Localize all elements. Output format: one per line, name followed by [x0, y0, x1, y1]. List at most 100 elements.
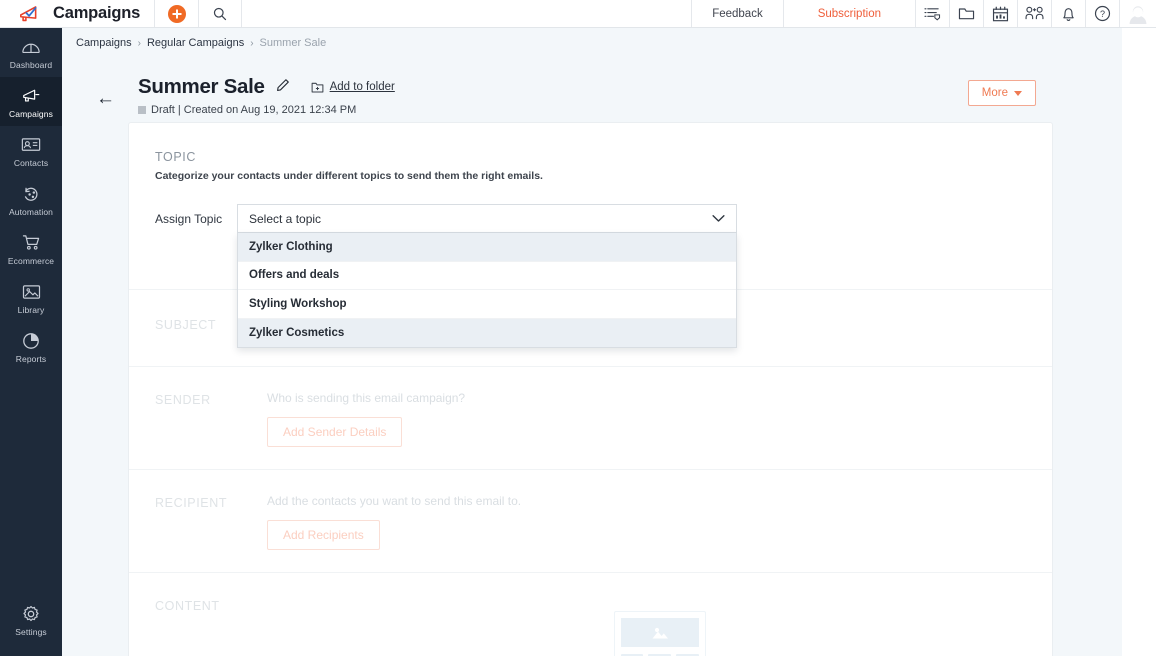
tasklist-icon [924, 6, 941, 21]
main-page-area: Campaigns › Regular Campaigns › Summer S… [62, 28, 1122, 656]
content-placeholder-area [267, 597, 1052, 656]
contact-card-icon [21, 135, 41, 154]
sidebar-item-reports[interactable]: Reports [0, 322, 62, 371]
topic-select[interactable]: Select a topic [237, 204, 737, 233]
sidebar-item-contacts[interactable]: Contacts [0, 126, 62, 175]
sender-section-body: Who is sending this email campaign? Add … [267, 391, 1052, 447]
more-button-label: More [982, 87, 1008, 99]
breadcrumb-item-regular-campaigns[interactable]: Regular Campaigns [147, 37, 244, 49]
help-button[interactable]: ? [1086, 0, 1119, 27]
sidebar-label: Library [18, 305, 45, 315]
breadcrumb-separator: › [250, 38, 253, 49]
dropdown-option-zylker-clothing[interactable]: Zylker Clothing [238, 233, 736, 262]
folder-plus-icon [311, 81, 324, 94]
users-button[interactable] [1018, 0, 1051, 27]
sidebar-label: Dashboard [10, 60, 52, 70]
megaphone-icon [21, 86, 41, 105]
feedback-link[interactable]: Feedback [692, 0, 783, 27]
recipient-section-title: RECIPIENT [155, 494, 267, 550]
add-to-folder-label: Add to folder [330, 81, 395, 93]
topic-dropdown-list: Zylker Clothing Offers and deals Styling… [237, 233, 737, 348]
assign-topic-label: Assign Topic [155, 212, 237, 226]
sidebar-item-ecommerce[interactable]: Ecommerce [0, 224, 62, 273]
breadcrumb-separator: › [138, 38, 141, 49]
campaign-title-row: Summer Sale Add to folder [138, 75, 395, 99]
megaphone-logo-icon [18, 4, 44, 23]
avatar[interactable] [1120, 0, 1156, 27]
campaign-meta: Draft | Created on Aug 19, 2021 12:34 PM [138, 104, 395, 116]
sidebar-item-automation[interactable]: Automation [0, 175, 62, 224]
sidebar-label: Contacts [14, 158, 48, 168]
subscription-link[interactable]: Subscription [784, 0, 915, 27]
breadcrumb-item-campaigns[interactable]: Campaigns [76, 37, 132, 49]
sidebar-label: Automation [9, 207, 53, 217]
gear-icon [22, 604, 40, 623]
help-icon: ? [1094, 5, 1111, 22]
sender-section-title: SENDER [155, 391, 267, 447]
sidebar-label: Reports [16, 354, 46, 364]
chevron-down-icon [712, 212, 725, 226]
assign-topic-row: Assign Topic Select a topic Zylker Cloth… [155, 204, 1052, 233]
topic-select-value: Select a topic [249, 212, 321, 226]
recipient-section: RECIPIENT Add the contacts you want to s… [129, 470, 1052, 572]
left-sidebar: Dashboard Campaigns Contacts [0, 28, 62, 656]
sidebar-item-campaigns[interactable]: Campaigns [0, 77, 62, 126]
sidebar-item-settings[interactable]: Settings [0, 595, 62, 644]
campaign-meta-text: Draft | Created on Aug 19, 2021 12:34 PM [151, 104, 356, 116]
campaign-header: ← Summer Sale Add to folder [62, 49, 1122, 116]
users-icon [1025, 6, 1044, 21]
sender-section: SENDER Who is sending this email campaig… [129, 367, 1052, 469]
topic-section: TOPIC Categorize your contacts under dif… [129, 123, 1052, 289]
image-placeholder-icon [621, 618, 699, 647]
svg-text:?: ? [1100, 9, 1105, 19]
calendar-button[interactable] [984, 0, 1017, 27]
folder-button[interactable] [950, 0, 983, 27]
topic-select-wrap: Select a topic Zylker Clothing Offers an… [237, 204, 737, 233]
bell-icon [1061, 6, 1076, 22]
tasklist-button[interactable] [916, 0, 949, 27]
sender-section-description: Who is sending this email campaign? [267, 391, 1052, 405]
plus-circle-icon[interactable] [168, 5, 186, 23]
cart-icon [22, 233, 41, 252]
recipient-section-body: Add the contacts you want to send this e… [267, 494, 1052, 550]
sidebar-label: Campaigns [9, 109, 53, 119]
topic-section-title: TOPIC [155, 150, 1052, 164]
search-icon [213, 7, 227, 21]
notifications-button[interactable] [1052, 0, 1085, 27]
user-avatar-icon [1127, 4, 1149, 24]
back-arrow-icon[interactable]: ← [96, 89, 138, 108]
add-to-folder-button[interactable]: Add to folder [311, 81, 395, 94]
brand-name: Campaigns [53, 4, 140, 23]
campaign-form-card: TOPIC Categorize your contacts under dif… [128, 122, 1053, 656]
breadcrumb-item-current: Summer Sale [260, 37, 327, 49]
sidebar-label: Ecommerce [8, 256, 54, 266]
brand-logo-area[interactable]: Campaigns [0, 0, 154, 27]
top-header-bar: Campaigns Feedback Subscription [0, 0, 1156, 28]
folder-icon [958, 6, 975, 21]
topic-section-description: Categorize your contacts under different… [155, 170, 1052, 182]
content-template-placeholder[interactable] [614, 611, 706, 656]
dropdown-option-offers-and-deals[interactable]: Offers and deals [238, 262, 736, 291]
pie-chart-icon [22, 331, 40, 350]
more-button[interactable]: More [968, 80, 1036, 106]
add-recipients-button[interactable]: Add Recipients [267, 520, 380, 550]
pencil-icon[interactable] [276, 77, 291, 97]
dropdown-option-zylker-cosmetics[interactable]: Zylker Cosmetics [238, 319, 736, 348]
add-button-wrap[interactable] [155, 0, 198, 27]
sidebar-item-dashboard[interactable]: Dashboard [0, 28, 62, 77]
breadcrumb: Campaigns › Regular Campaigns › Summer S… [62, 28, 1122, 49]
search-button[interactable] [199, 0, 241, 27]
sidebar-label: Settings [15, 627, 47, 637]
status-badge [138, 106, 146, 114]
page-right-margin [1122, 28, 1156, 656]
page-title: Summer Sale [138, 75, 265, 99]
add-sender-details-button[interactable]: Add Sender Details [267, 417, 402, 447]
image-library-icon [22, 282, 41, 301]
dashboard-icon [21, 37, 41, 56]
sidebar-item-library[interactable]: Library [0, 273, 62, 322]
calendar-icon [992, 6, 1009, 22]
content-section-title: CONTENT [155, 597, 267, 656]
content-section: CONTENT [129, 573, 1052, 656]
recipient-section-description: Add the contacts you want to send this e… [267, 494, 1052, 508]
dropdown-option-styling-workshop[interactable]: Styling Workshop [238, 290, 736, 319]
